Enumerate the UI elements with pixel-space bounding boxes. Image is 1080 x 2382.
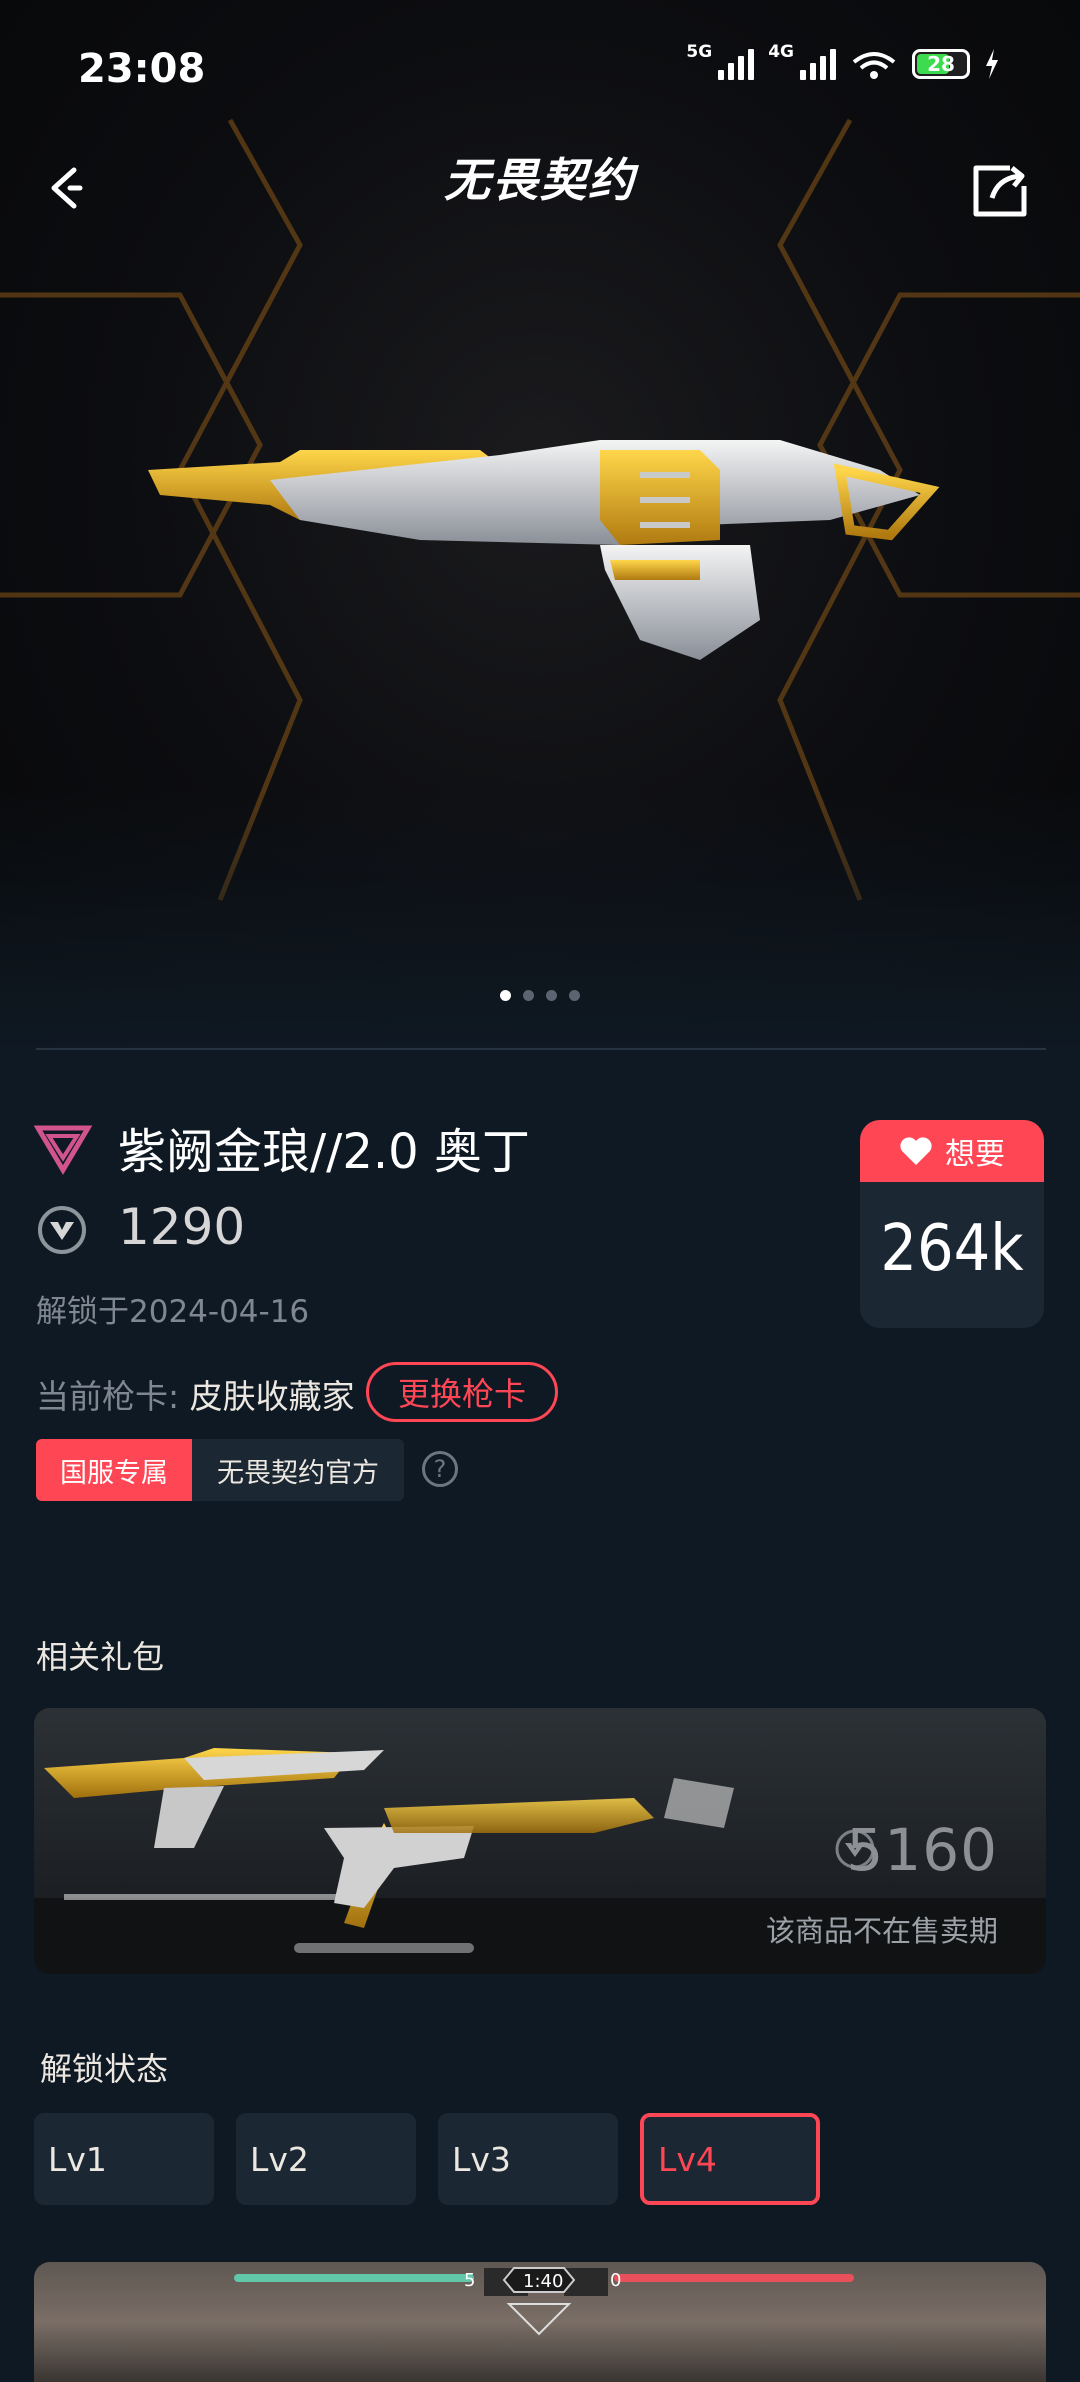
wifi-icon [852,52,896,79]
tag-official: 无畏契约官方 [192,1439,404,1501]
unlock-status-title: 解锁状态 [40,2050,169,2088]
current-card-value: 皮肤收藏家 [189,1377,355,1416]
level-tab-lv1[interactable]: Lv1 [34,2113,214,2205]
valorant-points-icon [38,1206,86,1254]
battery-level: 28 [927,52,955,76]
battery-icon: 28 [912,49,970,79]
tag-cn-exclusive: 国服专属 [36,1439,192,1501]
app-logo-title: 无畏契约 [444,153,636,207]
help-icon[interactable]: ? [422,1451,458,1487]
level-tab-lv3[interactable]: Lv3 [438,2113,618,2205]
current-card-row: 当前枪卡: 皮肤收藏家 [36,1370,355,1418]
signal-icon-2 [800,48,836,80]
network-4g-label: 4G [768,42,794,62]
want-count: 264k [880,1212,1024,1286]
bundle-status: 该商品不在售卖期 [765,1914,998,1948]
network-5g-label: 5G [686,42,713,62]
bundle-price: 5160 [846,1816,998,1884]
carousel-pagination [0,990,1080,1001]
current-card-label: 当前枪卡: [36,1377,190,1416]
skin-price: 1290 [118,1198,246,1256]
charging-icon [986,49,998,79]
section-divider [36,1048,1046,1050]
preview-left-score: 5 [464,2270,476,2291]
want-label: 想要 [945,1137,1005,1172]
premium-tier-icon [34,1125,92,1175]
skin-name: 紫阙金琅//2.0 奥丁 [118,1124,530,1180]
share-icon[interactable] [970,160,1030,220]
heart-icon [900,1137,932,1165]
preview-right-score: 0 [610,2270,622,2291]
related-bundle-card[interactable]: 5160 该商品不在售卖期 [34,1708,1046,1974]
status-bar: 23:08 5G 4G 28 [0,0,1080,140]
status-time: 23:08 [78,46,206,92]
signal-icon [718,48,755,80]
carousel-dot[interactable] [500,990,511,1001]
related-bundle-title: 相关礼包 [36,1638,165,1676]
unlock-date: 解锁于2024-04-16 [36,1294,310,1330]
level-selector: Lv1 Lv2 Lv3 Lv4 [34,2113,820,2205]
level-tab-lv2[interactable]: Lv2 [236,2113,416,2205]
carousel-dot[interactable] [569,990,580,1001]
level-tab-lv4[interactable]: Lv4 [640,2113,820,2205]
level-preview-video[interactable]: 5 1:40 0 [34,2262,1046,2382]
preview-timer: 1:40 [523,2271,564,2292]
carousel-dot[interactable] [523,990,534,1001]
change-card-button[interactable]: 更换枪卡 [366,1362,558,1422]
carousel-dot[interactable] [546,990,557,1001]
skin-hero-carousel[interactable]: 23:08 5G 4G 28 无畏契约 [0,0,1080,1050]
want-button[interactable]: 想要 264k [860,1120,1044,1328]
